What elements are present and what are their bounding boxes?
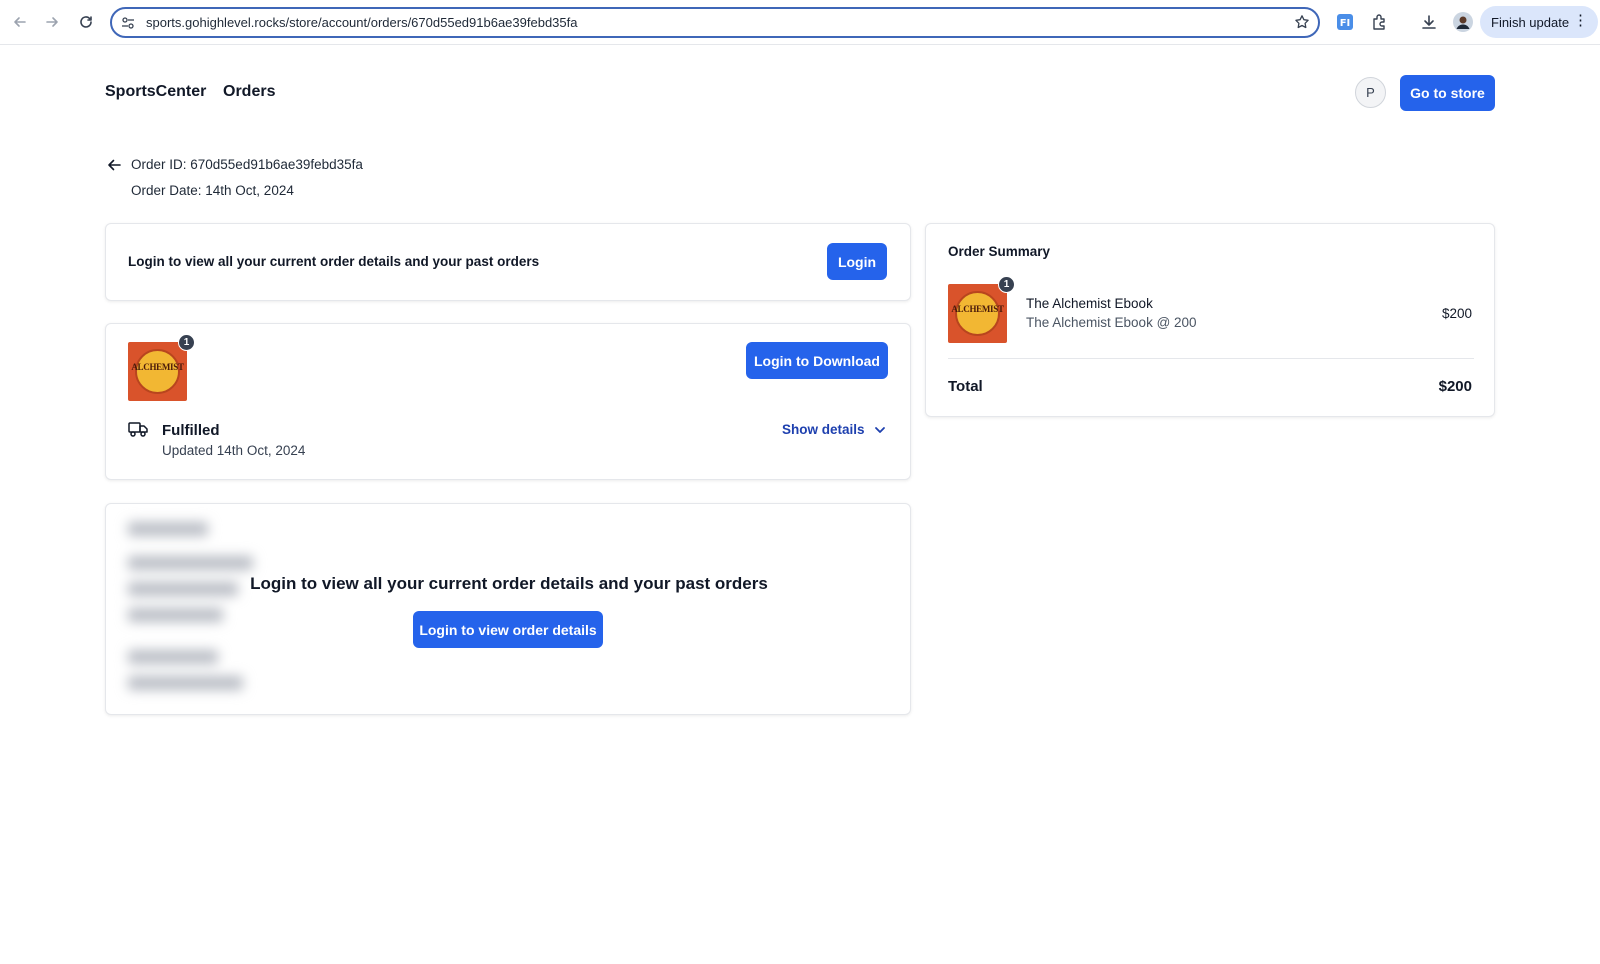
- profile-avatar-icon[interactable]: [1452, 11, 1474, 33]
- show-details-toggle[interactable]: Show details: [782, 422, 887, 437]
- finish-update-label: Finish update: [1491, 14, 1570, 30]
- login-prompt-message: Login to view all your current order det…: [128, 254, 540, 269]
- order-id: Order ID: 670d55ed91b6ae39febd35fa: [131, 157, 363, 172]
- chevron-down-icon: [874, 426, 885, 433]
- site-settings-icon[interactable]: [121, 16, 135, 35]
- book-cover-art: ALCHEMIST: [951, 304, 1004, 314]
- go-to-store-button[interactable]: Go to store: [1400, 75, 1495, 111]
- delivery-truck-icon: [128, 420, 148, 443]
- login-to-download-button[interactable]: Login to Download: [746, 342, 888, 379]
- brand-name[interactable]: SportsCenter: [105, 83, 206, 101]
- url-text: sports.gohighlevel.rocks/store/account/o…: [146, 15, 578, 30]
- login-prompt-card: Login to view all your current order det…: [105, 223, 911, 301]
- nav-orders[interactable]: Orders: [223, 83, 275, 101]
- product-thumbnail: ALCHEMIST: [128, 342, 187, 401]
- show-details-label: Show details: [782, 422, 865, 437]
- summary-total-value: $200: [1438, 378, 1472, 395]
- bookmark-star-icon[interactable]: [1294, 14, 1310, 35]
- forward-icon[interactable]: [40, 10, 64, 34]
- summary-item-variant: The Alchemist Ebook @ 200: [1026, 315, 1197, 330]
- extensions-puzzle-icon[interactable]: [1369, 11, 1391, 33]
- order-date: Order Date: 14th Oct, 2024: [131, 183, 294, 198]
- svg-text:FI: FI: [1340, 18, 1351, 29]
- extension-fi-icon[interactable]: FI: [1334, 11, 1356, 33]
- user-avatar[interactable]: P: [1355, 77, 1386, 108]
- locked-details-message: Login to view all your current order det…: [250, 574, 768, 593]
- summary-divider: [948, 358, 1474, 359]
- summary-item-price: $200: [1441, 306, 1472, 321]
- summary-total-label: Total: [948, 378, 983, 395]
- book-cover-art: ALCHEMIST: [131, 362, 184, 372]
- browser-toolbar: sports.gohighlevel.rocks/store/account/o…: [0, 0, 1600, 45]
- order-summary-title: Order Summary: [948, 244, 1051, 259]
- reload-icon[interactable]: [74, 10, 98, 34]
- more-menu-icon[interactable]: ⋮: [1573, 13, 1588, 29]
- summary-quantity-badge: 1: [998, 276, 1015, 293]
- fulfillment-status: Fulfilled: [162, 422, 220, 439]
- finish-update-button[interactable]: Finish update ⋮: [1480, 6, 1598, 38]
- address-bar[interactable]: sports.gohighlevel.rocks/store/account/o…: [110, 7, 1320, 38]
- summary-item-name: The Alchemist Ebook: [1026, 296, 1153, 311]
- order-details-locked-card: Login to view all your current order det…: [105, 503, 911, 715]
- downloads-icon[interactable]: [1418, 11, 1440, 33]
- back-arrow-icon[interactable]: [106, 157, 122, 178]
- quantity-badge: 1: [178, 334, 195, 351]
- login-button[interactable]: Login: [827, 243, 887, 280]
- order-summary-card: Order Summary ALCHEMIST 1 The Alchemist …: [925, 223, 1495, 417]
- order-item-card: ALCHEMIST 1 Login to Download Fulfilled …: [105, 323, 911, 480]
- blurred-details-placeholder: [128, 522, 258, 698]
- login-to-view-order-details-button[interactable]: Login to view order details: [413, 611, 603, 648]
- status-updated-date: Updated 14th Oct, 2024: [162, 443, 306, 458]
- back-icon[interactable]: [8, 10, 32, 34]
- summary-product-thumbnail: ALCHEMIST: [948, 284, 1007, 343]
